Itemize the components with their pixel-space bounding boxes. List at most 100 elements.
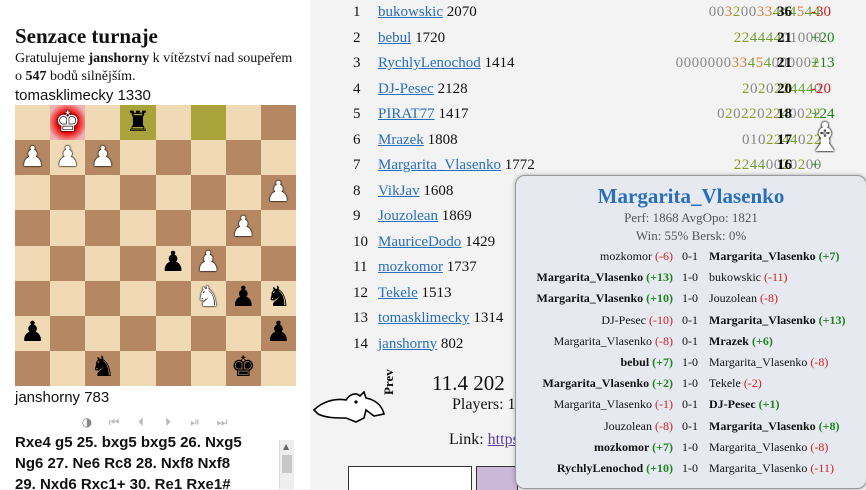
player-link[interactable]: bebul	[378, 30, 411, 46]
square-e1[interactable]	[155, 350, 191, 386]
square-c5[interactable]	[85, 210, 121, 246]
player-link[interactable]: Margarita_Vlasenko	[378, 157, 501, 173]
black-player[interactable]: Margarita_Vlasenko (-8)	[709, 440, 828, 455]
square-f2[interactable]	[190, 315, 226, 351]
square-a1[interactable]	[15, 350, 51, 386]
square-d2[interactable]	[120, 315, 156, 351]
white-player[interactable]: mozkomor (+7)	[594, 440, 673, 455]
square-h1[interactable]	[260, 350, 296, 386]
square-f8[interactable]	[190, 105, 226, 141]
white-king-icon[interactable]: ♚	[55, 108, 80, 137]
square-c2[interactable]	[85, 315, 121, 351]
white-player[interactable]: Margarita_Vlasenko (-8)	[554, 334, 673, 349]
scroll-up-icon[interactable]: ▲	[283, 442, 289, 451]
player-link[interactable]: RychlyLenochod	[378, 55, 481, 71]
white-knight-icon[interactable]: ♞	[196, 284, 221, 312]
square-e6[interactable]	[155, 175, 191, 211]
play-icon[interactable]: ⏯	[186, 413, 204, 431]
square-f1[interactable]	[190, 350, 226, 386]
white-pawn-icon[interactable]: ♟	[231, 213, 256, 242]
move-line[interactable]: 29. Nxd6 Rxc1+ 30. Re1 Rxe1#	[15, 474, 295, 489]
square-c3[interactable]	[85, 280, 121, 316]
square-c8[interactable]	[85, 105, 121, 141]
square-d1[interactable]	[120, 350, 156, 386]
white-player[interactable]: Margarita_Vlasenko (+13)	[537, 270, 674, 285]
square-d8[interactable]: ♜	[120, 105, 156, 141]
square-a7[interactable]: ♟	[15, 140, 51, 176]
white-pawn-icon[interactable]: ♟	[266, 178, 291, 207]
player-link[interactable]: tomasklimecky	[378, 310, 470, 326]
white-player[interactable]: Margarita_Vlasenko (+2)	[543, 376, 674, 391]
white-player[interactable]: Margarita_Vlasenko (-1)	[554, 397, 673, 412]
player-link[interactable]: PIRAT77	[378, 106, 435, 122]
black-king-icon[interactable]: ♚	[231, 354, 256, 382]
square-e5[interactable]	[155, 210, 191, 246]
square-h7[interactable]	[260, 140, 296, 176]
square-g5[interactable]: ♟	[225, 210, 261, 246]
move-line[interactable]: Rxe4 g5 25. bxg5 bxg5 26. Nxg5	[15, 432, 295, 453]
square-c7[interactable]: ♟	[85, 140, 121, 176]
game-result[interactable]: 1-0	[675, 355, 705, 370]
player-link[interactable]: mozkomor	[378, 259, 443, 275]
square-c4[interactable]	[85, 245, 121, 281]
square-g4[interactable]	[225, 245, 261, 281]
black-pawn-icon[interactable]: ♟	[20, 319, 45, 347]
square-e8[interactable]	[155, 105, 191, 141]
square-a3[interactable]	[15, 280, 51, 316]
white-player[interactable]: mozkomor (-6)	[600, 249, 673, 264]
square-g7[interactable]	[225, 140, 261, 176]
player-link[interactable]: Tekele	[378, 285, 418, 301]
square-b5[interactable]	[50, 210, 86, 246]
white-pawn-icon[interactable]: ♟	[196, 249, 221, 277]
square-c1[interactable]: ♞	[85, 350, 121, 386]
player-link[interactable]: VikJav	[378, 183, 420, 199]
white-player[interactable]: DJ-Pesec (-10)	[601, 313, 673, 328]
black-player[interactable]: bukowskic (-11)	[709, 270, 788, 285]
square-d7[interactable]	[120, 140, 156, 176]
white-pawn-icon[interactable]: ♟	[20, 143, 45, 172]
black-player[interactable]: Margarita_Vlasenko (+7)	[709, 249, 840, 264]
player-link[interactable]: bukowskic	[378, 4, 443, 20]
black-pawn-icon[interactable]: ♟	[266, 319, 291, 347]
player-link[interactable]: Jouzolean	[378, 208, 438, 224]
square-g8[interactable]	[225, 105, 261, 141]
square-e4[interactable]: ♟	[155, 245, 191, 281]
next-icon[interactable]: ⏵	[159, 413, 177, 431]
square-a8[interactable]	[15, 105, 51, 141]
square-h3[interactable]: ♞	[260, 280, 296, 316]
move-list-scrollbar[interactable]: ▲	[279, 440, 294, 489]
black-player[interactable]: Jouzolean (-8)	[709, 291, 778, 306]
square-g1[interactable]: ♚	[225, 350, 261, 386]
square-b6[interactable]	[50, 175, 86, 211]
square-a4[interactable]	[15, 245, 51, 281]
black-knight-icon[interactable]: ♞	[266, 284, 291, 312]
black-knight-icon[interactable]: ♞	[90, 354, 115, 382]
game-result[interactable]: 1-0	[675, 291, 705, 306]
white-player[interactable]: Margarita_Vlasenko (+10)	[537, 291, 674, 306]
player-link[interactable]: DJ-Pesec	[378, 81, 434, 97]
square-d6[interactable]	[120, 175, 156, 211]
bishop-icon[interactable]: ♝	[807, 118, 843, 158]
square-a5[interactable]	[15, 210, 51, 246]
square-b2[interactable]	[50, 315, 86, 351]
white-player[interactable]: RychlyLenochod (+10)	[557, 461, 673, 476]
square-g2[interactable]	[225, 315, 261, 351]
black-pawn-icon[interactable]: ♟	[161, 249, 186, 277]
square-g6[interactable]	[225, 175, 261, 211]
square-d4[interactable]	[120, 245, 156, 281]
game-result[interactable]: 0-1	[675, 419, 705, 434]
square-h8[interactable]	[260, 105, 296, 141]
square-b1[interactable]	[50, 350, 86, 386]
player-link[interactable]: MauriceDodo	[378, 234, 461, 250]
square-e3[interactable]	[155, 280, 191, 316]
game-result[interactable]: 0-1	[675, 249, 705, 264]
black-player[interactable]: Margarita_Vlasenko (-11)	[709, 461, 834, 476]
square-h2[interactable]: ♟	[260, 315, 296, 351]
square-a6[interactable]	[15, 175, 51, 211]
square-g3[interactable]: ♟	[225, 280, 261, 316]
square-e2[interactable]	[155, 315, 191, 351]
square-f5[interactable]	[190, 210, 226, 246]
square-a2[interactable]: ♟	[15, 315, 51, 351]
black-player[interactable]: DJ-Pesec (+1)	[709, 397, 779, 412]
square-e7[interactable]	[155, 140, 191, 176]
